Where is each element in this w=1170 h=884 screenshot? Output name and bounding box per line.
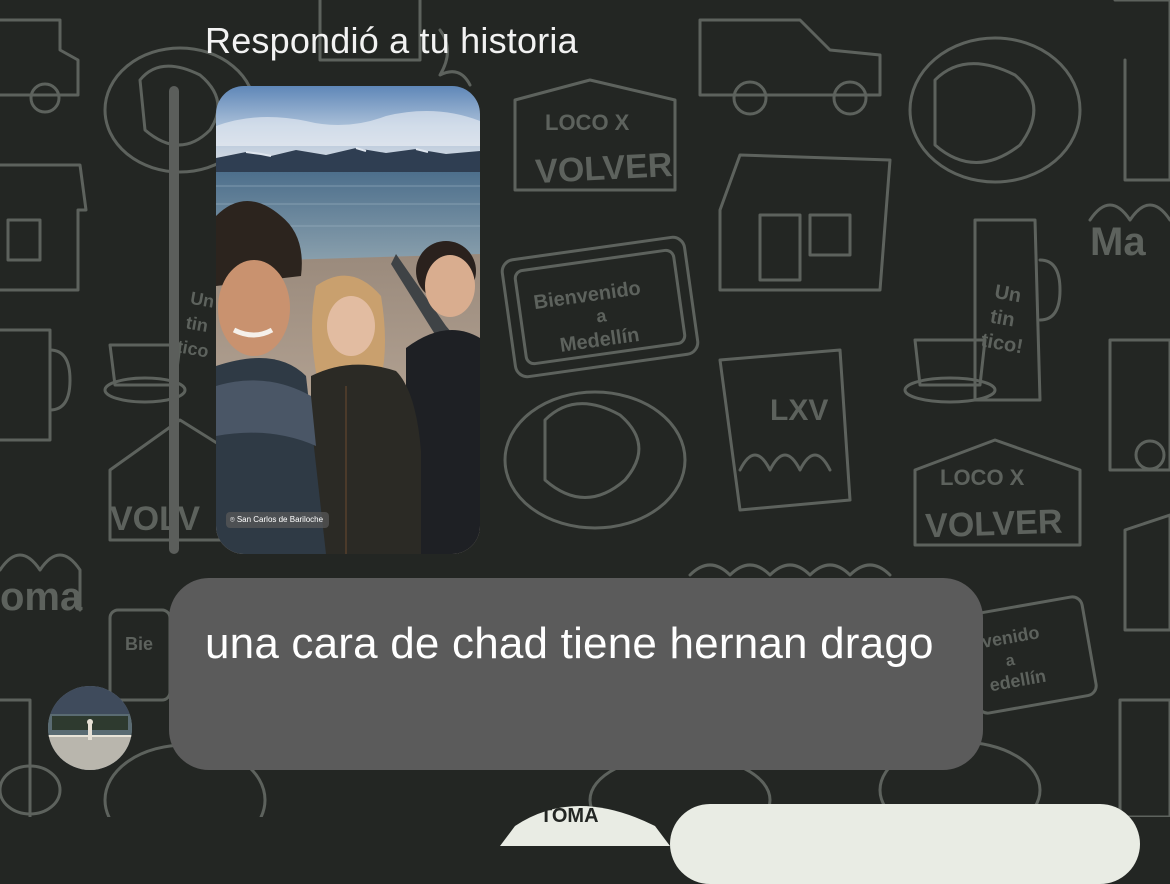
svg-text:VOLVER: VOLVER [925, 503, 1064, 546]
svg-text:oma: oma [0, 575, 83, 619]
svg-text:a: a [1004, 652, 1016, 670]
svg-text:venido: venido [980, 622, 1041, 652]
svg-text:VOLVER: VOLVER [534, 146, 673, 191]
svg-text:tico: tico [175, 336, 210, 361]
story-location-text: San Carlos de Bariloche [236, 515, 324, 524]
sticker-shape: TOMA [500, 805, 670, 846]
svg-text:LXV: LXV [770, 394, 828, 427]
svg-text:TOMA: TOMA [540, 805, 599, 827]
wallpaper-sticker-partial: TOMA [500, 786, 670, 846]
received-message-bubble[interactable]: una cara de chad tiene hernan drago [169, 578, 983, 770]
story-location-tag: ⌾ San Carlos de Bariloche [226, 512, 330, 528]
story-thumbnail[interactable]: ⌾ San Carlos de Bariloche [216, 86, 480, 554]
svg-text:tin: tin [184, 313, 209, 337]
svg-text:VOLV: VOLV [110, 500, 200, 538]
svg-text:LOCO X: LOCO X [940, 465, 1025, 490]
next-message-bubble-partial[interactable] [670, 804, 1140, 884]
avatar-photo [48, 686, 132, 770]
svg-text:Un: Un [189, 288, 216, 312]
svg-text:edellín: edellín [988, 666, 1048, 696]
svg-text:a: a [595, 305, 609, 326]
svg-text:LOCO X: LOCO X [545, 110, 630, 135]
svg-text:Ma: Ma [1090, 220, 1146, 264]
svg-text:tico!: tico! [979, 329, 1024, 358]
svg-text:Un: Un [993, 281, 1023, 307]
reply-indicator-bar [169, 86, 179, 554]
reply-context-label: Respondió a tu historia [205, 20, 578, 61]
svg-text:Bie: Bie [125, 634, 153, 654]
sender-avatar[interactable] [48, 686, 132, 770]
story-photo [216, 86, 480, 554]
svg-text:tin: tin [988, 306, 1016, 332]
message-text: una cara de chad tiene hernan drago [205, 619, 934, 668]
location-pin-icon: ⌾ [230, 515, 235, 524]
svg-text:Bienvenido: Bienvenido [532, 277, 642, 314]
